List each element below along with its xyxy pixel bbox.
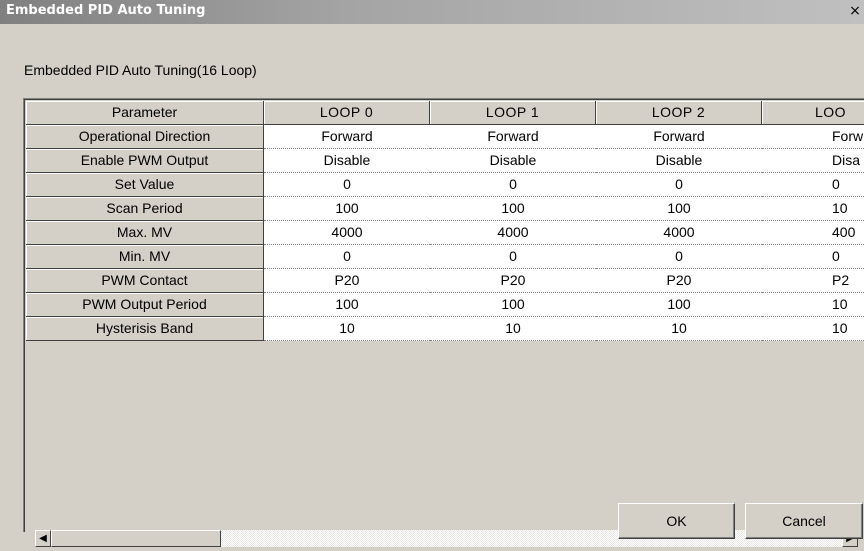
table-row: Hysterisis Band 10 10 10 10 [26, 317, 864, 341]
row-header[interactable]: Set Value [26, 173, 264, 197]
table-cell[interactable]: 0 [264, 245, 430, 269]
row-header[interactable]: Min. MV [26, 245, 264, 269]
cancel-button[interactable]: Cancel [745, 503, 863, 539]
table-cell[interactable]: Disable [596, 149, 762, 173]
table-cell[interactable]: Disa [762, 149, 864, 173]
table-cell[interactable]: Forward [430, 125, 596, 149]
group-label: Embedded PID Auto Tuning(16 Loop) [24, 62, 257, 78]
table-cell[interactable]: 100 [430, 197, 596, 221]
table-row: Enable PWM Output Disable Disable Disable Di… [26, 149, 864, 173]
row-header[interactable]: Enable PWM Output [26, 149, 264, 173]
table-cell[interactable]: 0 [762, 173, 864, 197]
table-cell[interactable]: 100 [264, 293, 430, 317]
table-cell[interactable]: 100 [264, 197, 430, 221]
row-header[interactable]: Max. MV [26, 221, 264, 245]
column-header-loop-3[interactable]: LOO [762, 101, 864, 125]
ok-button[interactable]: OK [618, 503, 735, 539]
table-cell[interactable]: P20 [596, 269, 762, 293]
close-icon[interactable]: × [848, 3, 862, 19]
horizontal-scrollbar[interactable]: ◀ ▶ [23, 528, 864, 548]
table-cell[interactable]: P2 [762, 269, 864, 293]
table-cell[interactable]: 0 [430, 173, 596, 197]
table-cell[interactable]: 100 [596, 197, 762, 221]
table-cell[interactable]: 100 [596, 293, 762, 317]
table-cell[interactable]: 0 [596, 245, 762, 269]
row-header[interactable]: Operational Direction [26, 125, 264, 149]
scrollbar-thumb[interactable] [51, 530, 221, 547]
table-row: Set Value 0 0 0 0 [26, 173, 864, 197]
table-cell[interactable]: Disable [430, 149, 596, 173]
row-header[interactable]: Scan Period [26, 197, 264, 221]
table-cell[interactable]: 10 [596, 317, 762, 341]
table-cell[interactable]: 0 [596, 173, 762, 197]
column-header-loop-0[interactable]: LOOP 0 [264, 101, 430, 125]
table-cell[interactable]: Disable [264, 149, 430, 173]
table-cell[interactable]: 10 [762, 197, 864, 221]
table-cell[interactable]: P20 [264, 269, 430, 293]
table-cell[interactable]: 10 [762, 293, 864, 317]
table-cell[interactable]: Forward [264, 125, 430, 149]
table-cell[interactable]: 100 [430, 293, 596, 317]
column-header-loop-2[interactable]: LOOP 2 [596, 101, 762, 125]
title-bar: Embedded PID Auto Tuning × [0, 0, 864, 24]
row-header[interactable]: Hysterisis Band [26, 317, 264, 341]
table-cell[interactable]: 10 [264, 317, 430, 341]
window-title: Embedded PID Auto Tuning [6, 3, 206, 18]
grid-rows: Parameter LOOP 0 LOOP 1 LOOP 2 LOO Opera… [26, 101, 864, 341]
table-row: PWM Output Period 100 100 100 10 [26, 293, 864, 317]
table-cell[interactable]: 4000 [596, 221, 762, 245]
row-header[interactable]: PWM Contact [26, 269, 264, 293]
table-row: Operational Direction Forward Forward Forwa… [26, 125, 864, 149]
table-row: PWM Contact P20 P20 P20 P2 [26, 269, 864, 293]
table-cell[interactable]: 10 [430, 317, 596, 341]
table-cell[interactable]: 4000 [264, 221, 430, 245]
table-cell[interactable]: 0 [430, 245, 596, 269]
table-row: Min. MV 0 0 0 0 [26, 245, 864, 269]
table-cell[interactable]: 4000 [430, 221, 596, 245]
table-cell[interactable]: 0 [762, 245, 864, 269]
parameter-header: Parameter [26, 101, 264, 125]
table-cell[interactable]: Forw [762, 125, 864, 149]
table-cell[interactable]: P20 [430, 269, 596, 293]
row-header[interactable]: PWM Output Period [26, 293, 264, 317]
column-header-loop-1[interactable]: LOOP 1 [430, 101, 596, 125]
table-cell[interactable]: 0 [264, 173, 430, 197]
table-cell[interactable]: 10 [762, 317, 864, 341]
table-row: Scan Period 100 100 100 10 [26, 197, 864, 221]
table-row: Max. MV 4000 4000 4000 400 [26, 221, 864, 245]
table-cell[interactable]: 400 [762, 221, 864, 245]
grid-header-row: Parameter LOOP 0 LOOP 1 LOOP 2 LOO [26, 101, 864, 125]
table-cell[interactable]: Forward [596, 125, 762, 149]
parameter-grid: Parameter LOOP 0 LOOP 1 LOOP 2 LOO Opera… [23, 98, 864, 532]
scroll-left-icon[interactable]: ◀ [35, 530, 51, 547]
